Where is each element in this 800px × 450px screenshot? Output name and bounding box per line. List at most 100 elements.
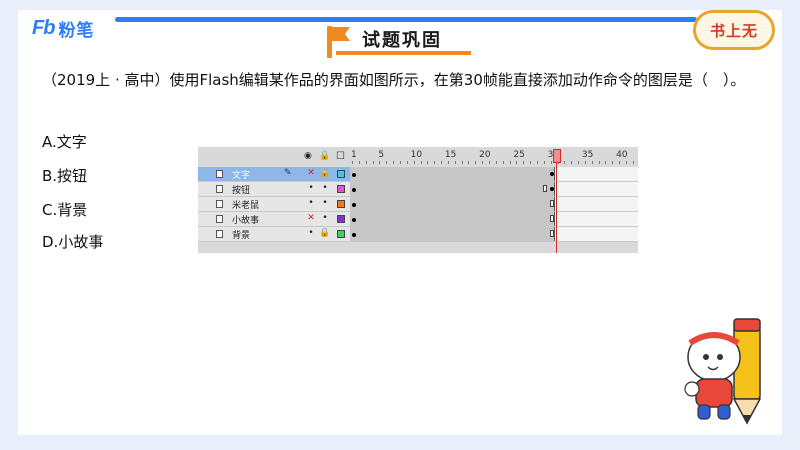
layer-type-icon bbox=[216, 185, 223, 193]
keyframe-start[interactable] bbox=[352, 233, 356, 237]
ruler-tick bbox=[461, 161, 463, 164]
playhead-line bbox=[556, 163, 557, 253]
outline-icon[interactable]: ☐ bbox=[336, 151, 345, 162]
layer-lock-toggle[interactable]: 🔒 bbox=[319, 168, 331, 178]
brand-logo: Fb 粉笔 bbox=[32, 16, 94, 41]
layer-row[interactable]: 文字 ✎ ✕ 🔒 bbox=[198, 167, 638, 182]
section-title: 试题巩固 bbox=[362, 30, 442, 51]
layer-frames[interactable] bbox=[350, 212, 638, 227]
layer-lock-toggle[interactable]: • bbox=[319, 183, 331, 193]
ruler-tick bbox=[591, 161, 593, 164]
ruler-tick bbox=[571, 161, 573, 164]
layer-name: 按钮 bbox=[232, 186, 251, 196]
ruler-label: 5 bbox=[378, 150, 385, 160]
frame-span[interactable] bbox=[350, 182, 555, 196]
layer-visibility-toggle[interactable]: • bbox=[305, 228, 317, 238]
source-badge: 书上无 bbox=[693, 10, 775, 50]
layer-visibility-toggle[interactable]: ✕ bbox=[305, 168, 317, 178]
ruler-label: 40 bbox=[616, 150, 628, 160]
frame-ruler[interactable]: 1510152025303540 bbox=[350, 147, 638, 166]
layer-type-icon bbox=[216, 200, 223, 208]
ruler-tick bbox=[441, 161, 443, 164]
playhead[interactable] bbox=[553, 147, 561, 253]
layer-type-icon bbox=[216, 170, 223, 178]
layer-name: 文字 bbox=[232, 171, 251, 181]
layer-type-icon bbox=[216, 215, 223, 223]
layer-visibility-toggle[interactable]: • bbox=[305, 198, 317, 208]
layer-frames[interactable] bbox=[350, 182, 638, 197]
layer-outline-color[interactable] bbox=[337, 185, 345, 193]
layer-frames[interactable] bbox=[350, 227, 638, 242]
ruler-label: 10 bbox=[410, 150, 423, 160]
layer-lock-toggle[interactable]: 🔒 bbox=[319, 228, 331, 238]
layer-outline-color[interactable] bbox=[337, 230, 345, 238]
lock-icon[interactable]: 🔒 bbox=[319, 151, 330, 161]
frame-span[interactable] bbox=[350, 167, 555, 181]
ruler-tick bbox=[482, 161, 484, 164]
header-rule bbox=[115, 17, 697, 22]
layer-lock-toggle[interactable]: • bbox=[319, 198, 331, 208]
layer-frames[interactable] bbox=[350, 197, 638, 212]
ruler-label: 35 bbox=[581, 150, 594, 160]
flash-timeline-panel: ◉ 🔒 ☐ 1510152025303540 文字✎✕🔒按钮••米老鼠••小故事… bbox=[198, 147, 638, 253]
ruler-tick bbox=[420, 161, 422, 164]
layer-name-cell[interactable]: 背景 • 🔒 bbox=[198, 227, 350, 242]
layer-type-icon bbox=[216, 230, 223, 238]
ruler-tick bbox=[447, 161, 449, 164]
flag-cloth bbox=[332, 27, 350, 41]
ruler-tick bbox=[399, 161, 401, 164]
frame-span[interactable] bbox=[350, 212, 555, 226]
keyframe-start[interactable] bbox=[352, 173, 356, 177]
layer-row[interactable]: 按钮 • • bbox=[198, 182, 638, 197]
timeline-header: ◉ 🔒 ☐ 1510152025303540 bbox=[198, 147, 638, 166]
eye-icon[interactable]: ◉ bbox=[304, 151, 312, 161]
layer-visibility-toggle[interactable]: • bbox=[305, 183, 317, 193]
layer-outline-color[interactable] bbox=[337, 170, 345, 178]
section-title-banner: 试题巩固 bbox=[318, 24, 478, 62]
option-c[interactable]: C.背景 bbox=[42, 199, 87, 220]
keyframe-start[interactable] bbox=[352, 203, 356, 207]
ruler-tick bbox=[612, 161, 614, 164]
ruler-tick bbox=[619, 161, 621, 164]
option-d[interactable]: D.小故事 bbox=[42, 231, 103, 252]
mascot-character bbox=[684, 332, 741, 420]
ruler-tick bbox=[495, 161, 497, 164]
layer-outline-color[interactable] bbox=[337, 200, 345, 208]
playhead-handle[interactable] bbox=[553, 149, 561, 163]
ruler-tick bbox=[393, 161, 395, 164]
layer-name-cell[interactable]: 按钮 • • bbox=[198, 182, 350, 197]
layer-outline-color[interactable] bbox=[337, 215, 345, 223]
ruler-tick bbox=[427, 161, 429, 164]
ruler-tick bbox=[632, 161, 634, 164]
layer-lock-toggle[interactable]: • bbox=[319, 213, 331, 223]
mascot-pencil bbox=[732, 318, 762, 425]
option-b[interactable]: B.按钮 bbox=[42, 165, 87, 186]
ruler-tick bbox=[365, 161, 367, 164]
frame-span[interactable] bbox=[350, 197, 555, 211]
frame-end-marker[interactable] bbox=[542, 185, 547, 192]
layer-visibility-toggle[interactable]: ✕ bbox=[305, 213, 317, 223]
badge-label: 书上无 bbox=[709, 21, 758, 40]
ruler-tick bbox=[406, 161, 408, 164]
ruler-tick bbox=[502, 161, 504, 164]
ruler-tick bbox=[434, 161, 436, 164]
ruler-tick bbox=[564, 161, 566, 164]
layer-frames[interactable] bbox=[350, 167, 638, 182]
layer-row[interactable]: 小故事 ✕ • bbox=[198, 212, 638, 227]
layer-name-cell[interactable]: 米老鼠 • • bbox=[198, 197, 350, 212]
layer-row[interactable]: 背景 • 🔒 bbox=[198, 227, 638, 242]
logo-text: 粉笔 bbox=[58, 21, 95, 41]
layer-name-cell[interactable]: 小故事 ✕ • bbox=[198, 212, 350, 227]
frame-span[interactable] bbox=[350, 227, 555, 241]
ruler-tick bbox=[489, 161, 490, 164]
keyframe-start[interactable] bbox=[352, 218, 356, 222]
option-a[interactable]: A.文字 bbox=[42, 131, 87, 152]
ruler-tick bbox=[358, 161, 360, 164]
layer-name-cell[interactable]: 文字 ✎ ✕ 🔒 bbox=[198, 167, 350, 182]
ruler-tick bbox=[509, 161, 511, 164]
ruler-tick bbox=[386, 161, 388, 164]
keyframe-start[interactable] bbox=[352, 188, 356, 192]
layer-row[interactable]: 米老鼠 • • bbox=[198, 197, 638, 212]
ruler-tick bbox=[516, 161, 518, 164]
ruler-tick bbox=[605, 161, 607, 164]
